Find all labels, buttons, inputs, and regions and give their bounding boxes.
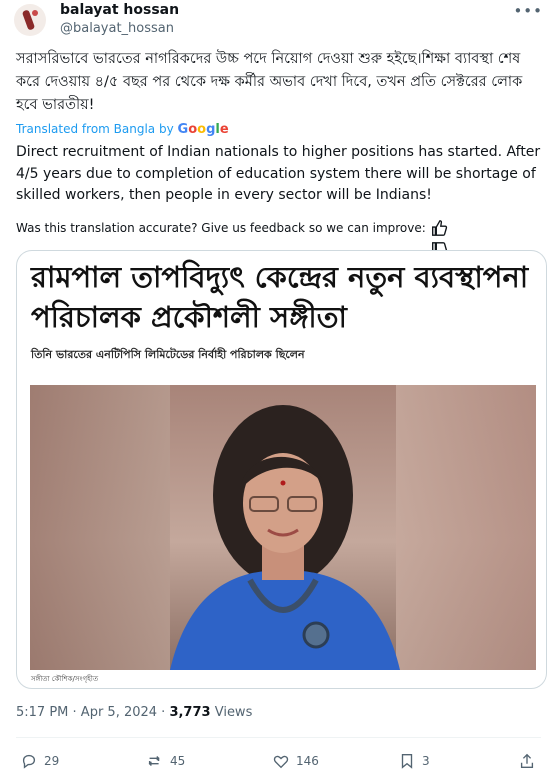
- like-count: 146: [296, 754, 319, 768]
- portrait-photo: [30, 385, 536, 670]
- thumbs-up-icon[interactable]: [430, 219, 448, 237]
- display-name[interactable]: balayat hossan: [60, 2, 179, 18]
- post-text-original: সরাসরিভাবে ভারতের নাগরিকদের উচ্চ পদে নিয…: [16, 51, 523, 113]
- post-meta: 5:17 PM · Apr 5, 2024 · 3,773 Views: [16, 705, 253, 720]
- translated-label: Translated from Bangla by: [16, 122, 174, 136]
- post-text-translated: Direct recruitment of Indian nationals t…: [16, 144, 541, 203]
- avatar[interactable]: [14, 4, 46, 36]
- like-button[interactable]: 146: [272, 750, 319, 772]
- reply-count: 29: [44, 754, 60, 768]
- translation-feedback-prompt: Was this translation accurate? Give us f…: [16, 221, 426, 235]
- google-logo: Google: [177, 122, 229, 137]
- news-subheadline: তিনি ভারতের এনটিপিসি লিমিটেডের নির্বাহী …: [31, 348, 305, 361]
- translation-attribution[interactable]: Translated from Bangla by Google: [16, 122, 229, 137]
- views-count: 3,773: [169, 705, 211, 720]
- post-header: balayat hossan @balayat_hossan •••: [0, 0, 557, 44]
- post-time[interactable]: 5:17 PM: [16, 705, 68, 720]
- reply-button[interactable]: 29: [20, 750, 59, 772]
- repost-icon: [148, 756, 160, 766]
- share-icon: [520, 753, 534, 768]
- feedback-icons: [430, 219, 474, 258]
- photo-caption: সঙ্গীতা কৌশিক/সংগৃহীত: [31, 675, 99, 683]
- reply-icon: [22, 754, 36, 769]
- action-bar: 29 45 146 3: [16, 750, 541, 772]
- repost-count: 45: [170, 754, 186, 768]
- media-card[interactable]: রামপাল তাপবিদ্যুৎ কেন্দ্রের নতুন ব্যবস্থ…: [16, 250, 547, 689]
- post-date[interactable]: Apr 5, 2024: [81, 705, 157, 720]
- repost-button[interactable]: 45: [146, 750, 185, 772]
- views-label: Views: [214, 705, 253, 720]
- bookmark-icon: [401, 754, 413, 769]
- news-headline: রামপাল তাপবিদ্যুৎ কেন্দ্রের নতুন ব্যবস্থ…: [31, 260, 529, 334]
- more-options-icon[interactable]: •••: [513, 2, 543, 20]
- bookmark-count: 3: [422, 754, 430, 768]
- divider: [16, 737, 541, 738]
- bookmark-button[interactable]: 3: [398, 750, 430, 772]
- heart-icon: [273, 755, 289, 769]
- share-button[interactable]: [518, 750, 542, 772]
- user-handle[interactable]: @balayat_hossan: [60, 21, 174, 36]
